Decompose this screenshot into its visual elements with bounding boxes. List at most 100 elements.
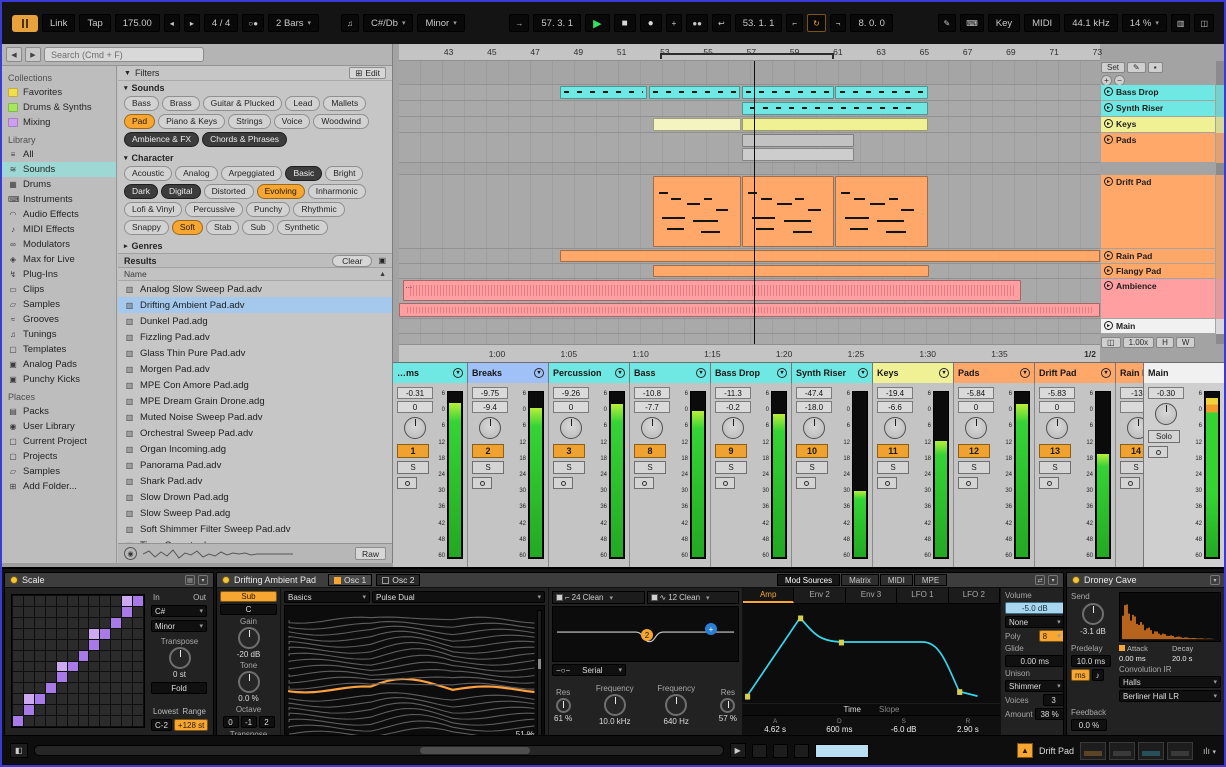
filter-group-character[interactable]: ▾ Character xyxy=(118,151,392,165)
scale-grid-cell[interactable] xyxy=(111,661,122,672)
scale-grid-cell[interactable] xyxy=(111,705,122,716)
scale-grid-cell[interactable] xyxy=(133,639,143,650)
scale-grid-cell[interactable] xyxy=(45,617,56,628)
scale-grid-cell[interactable] xyxy=(100,716,111,726)
unfold-icon[interactable]: ▸ xyxy=(1104,266,1113,275)
clip-slot[interactable] xyxy=(793,743,809,758)
tab-env-2[interactable]: Env 2 xyxy=(794,588,846,603)
solo-button[interactable]: S xyxy=(553,461,585,474)
impulse-response-display[interactable] xyxy=(1119,592,1221,642)
sidebar-item-midi-effects[interactable]: ♪ MIDI Effects xyxy=(2,222,116,237)
scale-grid-cell[interactable] xyxy=(13,628,23,639)
scale-grid-cell[interactable] xyxy=(56,705,67,716)
punch-out-button[interactable]: ¬ xyxy=(829,14,847,32)
scale-grid-cell[interactable] xyxy=(111,672,122,683)
scale-grid-cell[interactable] xyxy=(133,694,143,705)
sidebar-item-drums[interactable]: ▦ Drums xyxy=(2,177,116,192)
scale-grid-cell[interactable] xyxy=(100,596,111,606)
scale-grid-cell[interactable] xyxy=(89,716,100,726)
volume-field[interactable]: -11.3 xyxy=(715,387,751,399)
octave-field[interactable]: 2 xyxy=(258,716,275,728)
nudge-up-button[interactable]: ▸ xyxy=(183,14,200,32)
scale-grid-cell[interactable] xyxy=(100,628,111,639)
draw-mode-button[interactable]: ✎ xyxy=(937,14,957,32)
sidebar-item-modulators[interactable]: ∞ Modulators xyxy=(2,237,116,252)
scale-grid-cell[interactable] xyxy=(111,650,122,661)
pan-knob[interactable] xyxy=(884,417,906,439)
fold-icon[interactable]: ▾ xyxy=(696,368,706,378)
cue-button[interactable] xyxy=(397,477,417,489)
browser-back-button[interactable]: ◀ xyxy=(6,47,22,62)
filter-tag-rhythmic[interactable]: Rhythmic xyxy=(293,202,345,217)
solo-button[interactable]: S xyxy=(877,461,909,474)
arrangement-scrollbar[interactable] xyxy=(1216,61,1224,344)
scale-grid-cell[interactable] xyxy=(67,716,78,726)
map-icon[interactable]: ▤ xyxy=(185,575,195,585)
sub-toggle[interactable]: Sub xyxy=(220,591,277,602)
filter-group-sounds[interactable]: ▾ Sounds xyxy=(118,81,392,95)
lowest-note-field[interactable]: C-2 xyxy=(151,719,172,731)
raw-preview-button[interactable]: Raw xyxy=(354,547,386,560)
scale-grid-cell[interactable] xyxy=(111,639,122,650)
follow-button[interactable]: → xyxy=(509,14,530,32)
sidebar-item-analog-pads[interactable]: ▣ Analog Pads xyxy=(2,357,116,372)
filter-tag-percussive[interactable]: Percussive xyxy=(185,202,243,217)
attack-value[interactable]: 0.00 ms xyxy=(1119,654,1168,663)
scale-grid-cell[interactable] xyxy=(13,672,23,683)
cue-button[interactable] xyxy=(958,477,978,489)
track-header-synth-riser[interactable]: ▸ Synth Riser xyxy=(1101,101,1215,116)
scale-grid-cell[interactable] xyxy=(122,694,133,705)
scale-grid-cell[interactable] xyxy=(111,617,122,628)
filter-tag-lofi-vinyl[interactable]: Lofi & Vinyl xyxy=(124,202,183,217)
cue-button[interactable] xyxy=(472,477,492,489)
osc1-enable-square[interactable] xyxy=(334,576,342,584)
scale-grid-cell[interactable] xyxy=(89,617,100,628)
result-item[interactable]: ▥ Fizzling Pad.adv xyxy=(118,329,392,345)
fold-icon[interactable]: ▾ xyxy=(534,368,544,378)
time-toggle[interactable]: Time xyxy=(844,705,861,714)
sub-note-field[interactable]: C xyxy=(220,604,277,615)
scale-grid-cell[interactable] xyxy=(78,606,89,617)
scale-grid-cell[interactable] xyxy=(23,683,34,694)
envelope-param[interactable]: S -6.0 dB xyxy=(872,716,936,735)
pan-knob[interactable] xyxy=(560,417,582,439)
filter-tag-mallets[interactable]: Mallets xyxy=(323,96,367,111)
glide-field[interactable]: 0.00 ms xyxy=(1005,655,1063,667)
scale-grid-cell[interactable] xyxy=(56,694,67,705)
overview-icon[interactable]: ◫ xyxy=(1101,337,1121,348)
pan-knob[interactable] xyxy=(404,417,426,439)
device-thumbnail[interactable] xyxy=(1137,741,1164,760)
filter-tag-bright[interactable]: Bright xyxy=(325,166,364,181)
clip[interactable] xyxy=(399,303,1100,317)
ir-file-select[interactable]: Berliner Hall LR ▾ xyxy=(1119,690,1221,702)
scale-grid-cell[interactable] xyxy=(133,683,143,694)
gain-field[interactable]: -9.4 xyxy=(472,401,508,413)
tab-lfo-1[interactable]: LFO 1 xyxy=(897,588,949,603)
scale-grid-cell[interactable] xyxy=(89,639,100,650)
volume-field[interactable]: -5.83 xyxy=(1039,387,1075,399)
track-activator-button[interactable]: 13 xyxy=(1039,444,1071,458)
cue-button[interactable] xyxy=(1148,446,1168,458)
scale-grid-cell[interactable] xyxy=(13,639,23,650)
scale-grid-cell[interactable] xyxy=(34,716,45,726)
scale-grid-cell[interactable] xyxy=(111,683,122,694)
amp-envelope-display[interactable] xyxy=(743,604,1000,703)
beat-time-ruler[interactable]: 43 45 47 49 51 53 55 57 59 61 63 65 67 69 71 73 xyxy=(399,44,1102,61)
device-thumbnail[interactable] xyxy=(1166,741,1193,760)
scale-root-select[interactable]: C# ▾ xyxy=(151,605,207,617)
height-zoom-button[interactable]: H xyxy=(1156,337,1174,348)
track-header-main[interactable]: ▸ Main xyxy=(1101,319,1215,333)
scale-grid-cell[interactable] xyxy=(13,683,23,694)
scale-grid-cell[interactable] xyxy=(89,650,100,661)
scale-grid-cell[interactable] xyxy=(67,596,78,606)
unfold-icon[interactable]: ▸ xyxy=(1104,135,1113,144)
scale-grid-cell[interactable] xyxy=(100,617,111,628)
filter-routing-select[interactable]: −○− Serial ▾ xyxy=(552,664,626,676)
filter-tag-guitar-plucked[interactable]: Guitar & Plucked xyxy=(202,96,283,111)
volume-field[interactable]: -9.26 xyxy=(553,387,589,399)
scale-grid-cell[interactable] xyxy=(133,705,143,716)
track-activator-button[interactable]: 1 xyxy=(397,444,429,458)
scale-grid-cell[interactable] xyxy=(45,705,56,716)
filter-tag-pad[interactable]: Pad xyxy=(124,114,156,129)
scale-grid-cell[interactable] xyxy=(45,694,56,705)
